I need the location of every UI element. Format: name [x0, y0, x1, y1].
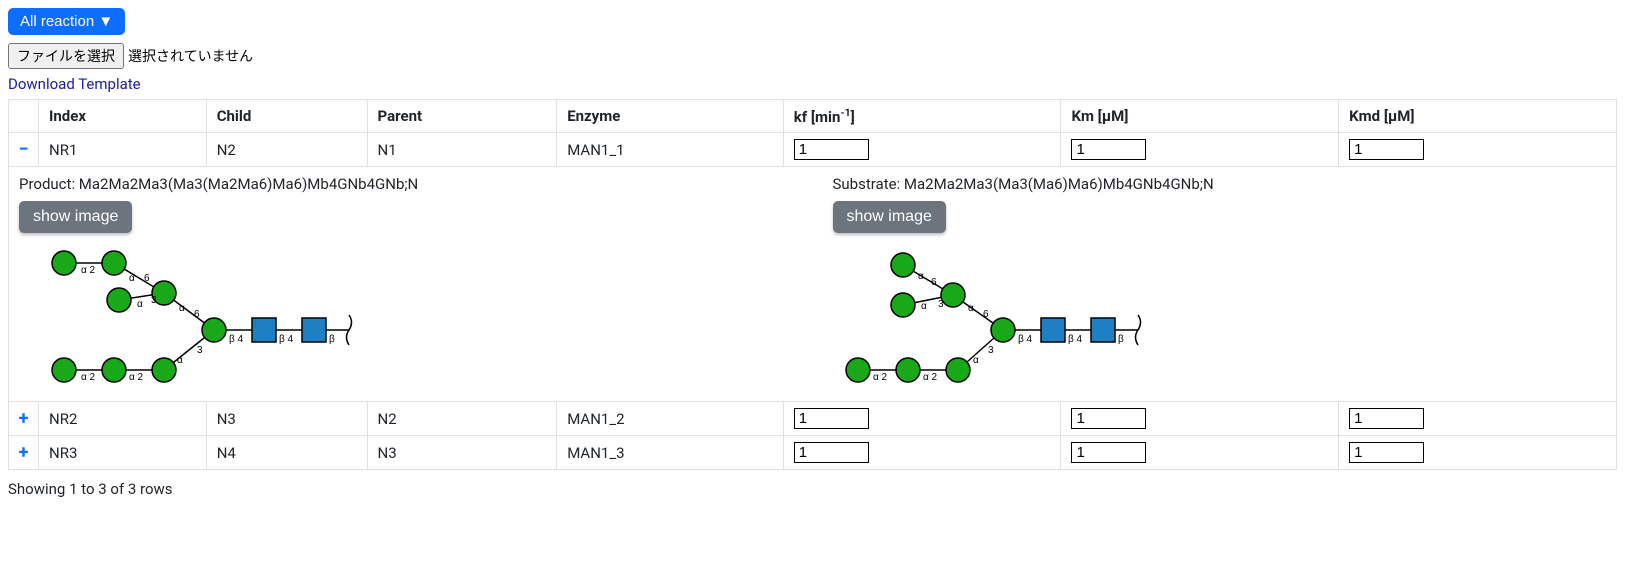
cell-child: N3 — [206, 402, 367, 436]
column-index: Index — [39, 100, 207, 133]
table-row: + NR2 N3 N2 MAN1_2 — [9, 402, 1617, 436]
row-toggle[interactable]: + — [9, 436, 39, 470]
svg-text:β 4: β 4 — [1018, 334, 1033, 345]
row-toggle[interactable]: − — [9, 133, 39, 167]
kmd-input[interactable] — [1349, 408, 1424, 429]
table-row: − NR1 N2 N1 MAN1_1 — [9, 133, 1617, 167]
cell-child: N2 — [206, 133, 367, 167]
svg-text:3: 3 — [151, 295, 157, 306]
substrate-label: Substrate: Ma2Ma2Ma3(Ma3(Ma6)Ma6)Mb4GNb4… — [833, 175, 1607, 193]
svg-text:α 2: α 2 — [873, 372, 888, 383]
table-row: + NR3 N4 N3 MAN1_3 — [9, 436, 1617, 470]
substrate-glycan-image: α 6 α 3 α 6 α 2 α 2 α 3 — [833, 245, 1607, 389]
svg-text:α: α — [129, 273, 135, 284]
show-image-button[interactable]: show image — [19, 201, 132, 233]
svg-text:β 4: β 4 — [1068, 334, 1083, 345]
svg-text:α: α — [137, 299, 143, 310]
column-toggle — [9, 100, 39, 133]
km-input[interactable] — [1071, 442, 1146, 463]
svg-text:α 2: α 2 — [81, 265, 96, 276]
choose-file-button[interactable]: ファイルを選択 — [8, 43, 124, 69]
cell-index: NR2 — [39, 402, 207, 436]
column-kmd: Kmd [µM] — [1339, 100, 1617, 133]
cell-parent: N3 — [367, 436, 557, 470]
svg-text:α 2: α 2 — [129, 372, 144, 383]
reaction-filter-dropdown[interactable]: All reaction ▼ — [8, 8, 125, 35]
kmd-input[interactable] — [1349, 139, 1424, 160]
svg-text:3: 3 — [988, 345, 994, 356]
cell-enzyme: MAN1_3 — [557, 436, 784, 470]
row-count-status: Showing 1 to 3 of 3 rows — [8, 480, 1617, 498]
cell-parent: N2 — [367, 402, 557, 436]
svg-text:α: α — [973, 355, 979, 366]
cell-child: N4 — [206, 436, 367, 470]
kmd-input[interactable] — [1349, 442, 1424, 463]
file-status-text: 選択されていません — [128, 46, 253, 66]
cell-enzyme: MAN1_2 — [557, 402, 784, 436]
svg-text:α: α — [177, 355, 183, 366]
svg-text:α: α — [921, 301, 927, 312]
svg-text:3: 3 — [197, 345, 203, 356]
svg-text:β: β — [1118, 334, 1124, 345]
show-image-button[interactable]: show image — [833, 201, 946, 233]
product-glycan-image: α 2 α 6 α 3 α 6 α 2 α 2 α — [19, 245, 793, 389]
column-parent: Parent — [367, 100, 557, 133]
kf-input[interactable] — [794, 408, 869, 429]
column-child: Child — [206, 100, 367, 133]
column-km: Km [µM] — [1061, 100, 1339, 133]
cell-parent: N1 — [367, 133, 557, 167]
column-enzyme: Enzyme — [557, 100, 784, 133]
download-template-link[interactable]: Download Template — [8, 75, 141, 93]
svg-text:6: 6 — [931, 277, 937, 288]
reactions-table: Index Child Parent Enzyme kf [min-1] Km … — [8, 99, 1617, 470]
svg-text:6: 6 — [983, 309, 989, 320]
km-input[interactable] — [1071, 408, 1146, 429]
svg-text:6: 6 — [194, 309, 200, 320]
svg-text:α: α — [918, 271, 924, 282]
svg-text:β 4: β 4 — [229, 334, 244, 345]
cell-enzyme: MAN1_1 — [557, 133, 784, 167]
row-toggle[interactable]: + — [9, 402, 39, 436]
column-kf: kf [min-1] — [783, 100, 1061, 133]
km-input[interactable] — [1071, 139, 1146, 160]
svg-text:α: α — [968, 303, 974, 314]
cell-index: NR1 — [39, 133, 207, 167]
svg-text:α 2: α 2 — [923, 372, 938, 383]
cell-index: NR3 — [39, 436, 207, 470]
svg-text:β 4: β 4 — [279, 334, 294, 345]
svg-text:α: α — [179, 303, 185, 314]
product-label: Product: Ma2Ma2Ma3(Ma3(Ma2Ma6)Ma6)Mb4GNb… — [19, 175, 793, 193]
table-row-detail: Product: Ma2Ma2Ma3(Ma3(Ma2Ma6)Ma6)Mb4GNb… — [9, 167, 1617, 402]
svg-text:β: β — [329, 334, 335, 345]
svg-text:6: 6 — [144, 273, 150, 284]
kf-input[interactable] — [794, 139, 869, 160]
kf-input[interactable] — [794, 442, 869, 463]
svg-text:3: 3 — [938, 299, 944, 310]
svg-text:α 2: α 2 — [81, 372, 96, 383]
